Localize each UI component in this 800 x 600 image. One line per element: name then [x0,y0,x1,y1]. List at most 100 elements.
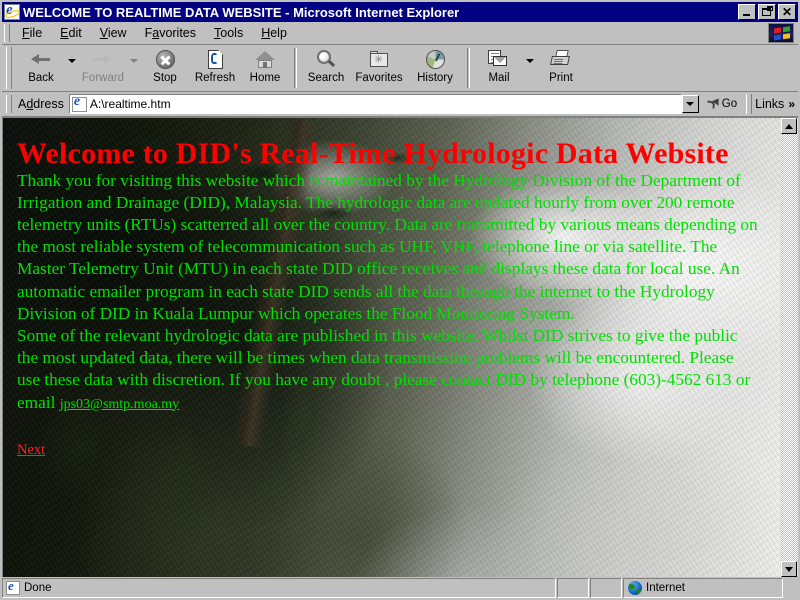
mail-button-label: Mail [488,72,510,84]
refresh-icon [203,48,227,71]
search-button[interactable]: Search [301,45,351,91]
address-input-value: A:\realtime.htm [89,97,171,111]
favorites-folder-star-icon: ✳ [367,48,391,71]
resize-grip[interactable] [784,578,798,598]
address-input[interactable]: A:\realtime.htm [68,94,682,114]
status-pane-3 [590,578,622,598]
mail-envelope-icon [487,48,511,71]
home-button[interactable]: Home [240,45,290,91]
disclaimer-paragraph: Some of the relevant hydrologic data are… [17,325,760,416]
menu-item-tools-label: ools [220,26,244,40]
refresh-button[interactable]: Refresh [190,45,240,91]
stop-button[interactable]: Stop [140,45,190,91]
ie-document-icon [71,95,87,112]
address-label: Address [18,97,64,111]
menu-item-tools[interactable]: Tools [205,24,252,42]
stop-icon [153,48,177,71]
back-dropdown-button[interactable] [66,45,78,91]
windows-flag-logo [768,23,794,43]
menu-item-view-label: iew [107,26,127,40]
minimize-button[interactable] [738,4,756,20]
globe-icon [628,581,642,595]
stop-button-label: Stop [153,72,177,84]
navigation-toolbar: Back Forward Stop Refresh Home Search ✳ … [2,45,798,92]
mail-button[interactable]: Mail [474,45,524,91]
security-zone-pane[interactable]: Internet [623,578,783,598]
chevron-down-icon [686,102,695,106]
favorites-button[interactable]: ✳ Favorites [351,45,407,91]
menu-bar: File Edit View Favorites Tools Help [2,22,798,45]
menu-item-help[interactable]: Help [252,24,296,42]
toolbar-separator [467,48,470,88]
home-button-label: Home [249,72,281,84]
menu-item-file-label: ile [29,26,43,40]
browser-window: WELCOME TO REALTIME DATA WEBSITE - Micro… [0,0,800,600]
menu-item-favorites-label: vorites [159,26,197,40]
history-button-label: History [417,72,453,84]
address-grip-handle[interactable] [6,95,12,113]
menu-item-view[interactable]: View [91,24,136,42]
title-bar: WELCOME TO REALTIME DATA WEBSITE - Micro… [2,2,798,22]
links-button[interactable]: Links [755,97,784,111]
forward-button-label: Forward [81,72,125,84]
close-icon: ✕ [781,5,793,19]
chevron-down-icon [68,59,76,63]
window-title: WELCOME TO REALTIME DATA WEBSITE - Micro… [23,4,460,20]
print-button[interactable]: Print [536,45,586,91]
address-bar: Address A:\realtime.htm Go Links » [2,92,798,117]
forward-button[interactable]: Forward [78,45,128,91]
chevron-down-icon [526,59,534,63]
status-message-pane: Done [2,578,556,598]
menu-item-edit-label: dit [68,26,82,40]
page-title: Welcome to DID's Real-Time Hydrologic Da… [17,137,729,170]
browser-viewport: Welcome to DID's Real-Time Hydrologic Da… [2,117,798,577]
status-pane-2 [557,578,589,598]
search-button-label: Search [307,72,345,84]
toolbar-grip-handle[interactable] [6,47,12,89]
history-button[interactable]: History [407,45,463,91]
go-arrow-icon [706,97,720,111]
printer-icon [549,48,573,71]
go-button-label: Go [721,98,738,110]
page-content: Welcome to DID's Real-Time Hydrologic Da… [3,118,780,459]
refresh-button-label: Refresh [194,72,236,84]
email-link[interactable]: jps03@smtp.moa.my [60,397,179,412]
next-link[interactable]: Next [17,442,45,459]
status-bar: Done Internet [2,577,798,598]
window-controls: ✕ [738,4,796,20]
links-chevron-icon[interactable]: » [788,97,795,111]
mail-dropdown-button[interactable] [524,45,536,91]
forward-dropdown-button[interactable] [128,45,140,91]
restore-button[interactable] [758,4,776,20]
menu-grip-handle[interactable] [4,24,10,42]
scroll-up-arrow-icon [785,123,793,129]
go-button[interactable]: Go [700,97,743,111]
menu-item-edit[interactable]: Edit [51,24,91,42]
forward-arrow-icon [91,48,115,71]
security-zone-label: Internet [646,582,685,594]
intro-paragraph: Thank you for visiting this website whic… [17,170,758,323]
status-message: Done [24,582,52,594]
menu-item-file[interactable]: File [13,24,51,42]
scroll-down-arrow-icon [785,566,793,572]
menu-item-help-label: elp [270,26,287,40]
vertical-scrollbar[interactable] [780,118,798,577]
web-page: Welcome to DID's Real-Time Hydrologic Da… [3,118,780,577]
close-button[interactable]: ✕ [778,4,796,20]
home-icon [253,48,277,71]
links-grip-handle[interactable] [746,94,753,114]
back-button[interactable]: Back [16,45,66,91]
back-arrow-icon [29,48,53,71]
chevron-down-icon [130,59,138,63]
address-dropdown-button[interactable] [681,95,699,113]
search-magnifier-icon [314,48,338,71]
back-button-label: Back [28,72,54,84]
scroll-down-button[interactable] [781,561,797,577]
print-button-label: Print [549,72,573,84]
ie-document-icon [6,579,20,595]
ie-document-icon [4,2,20,20]
scroll-up-button[interactable] [781,118,797,134]
toolbar-separator [294,48,297,88]
history-clock-icon [423,48,447,71]
menu-item-favorites[interactable]: Favorites [136,24,205,42]
